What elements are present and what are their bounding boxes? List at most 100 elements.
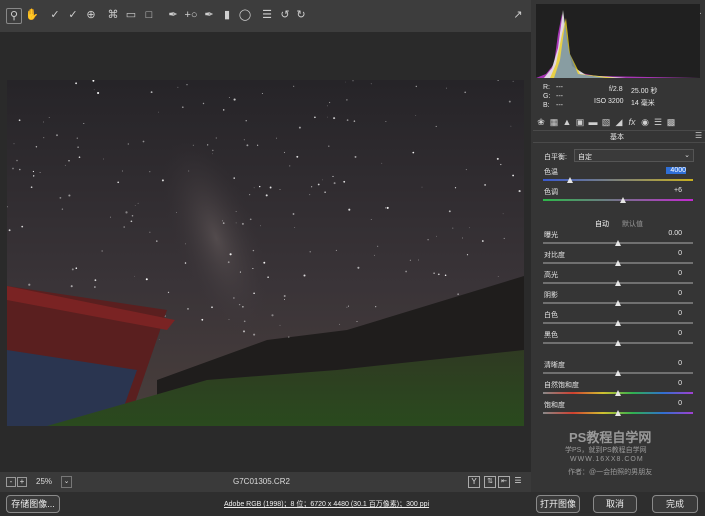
spot-removal-icon[interactable]: ✒ [166,8,180,22]
camera-calibration-icon[interactable]: ◉ [640,117,650,127]
zoom-dropdown-icon[interactable]: ⌄ [61,476,72,488]
slider-track[interactable] [543,179,693,181]
star [269,186,272,189]
slider-thumb[interactable] [615,390,621,396]
split-toning-icon[interactable]: ▬ [588,117,598,127]
slider-value[interactable]: 0 [642,250,682,257]
star [228,97,230,98]
photo-preview[interactable] [7,80,524,426]
snapshots-icon[interactable]: ▩ [666,117,676,127]
star [481,240,484,242]
slider-value[interactable]: +6 [642,187,682,194]
fullscreen-icon[interactable]: ↗ [511,8,525,22]
radial-filter-icon[interactable]: ◯ [238,8,252,22]
star [279,324,281,326]
slider-thumb[interactable] [615,370,621,376]
focal-length: 14 毫米 [631,100,655,107]
view-toggle-button[interactable]: Y [468,476,480,488]
star [502,213,504,215]
star [228,318,230,320]
rotate-left-icon[interactable]: ↺ [278,8,292,22]
slider-thumb[interactable] [567,177,573,183]
default-button[interactable]: 默认值 [622,219,643,229]
star [448,210,451,213]
slider-value[interactable]: 0 [642,330,682,337]
presets-panel-icon[interactable]: ☰ [653,117,663,127]
straighten-icon[interactable]: ▭ [124,8,138,22]
white-balance-icon[interactable]: ✓ [48,8,62,22]
preview-settings-icon[interactable]: ☰ [513,476,523,486]
slider-thumb[interactable] [615,320,621,326]
slider-thumb[interactable] [615,260,621,266]
star [19,168,21,171]
star [303,274,306,277]
star [123,226,125,228]
star [201,318,204,321]
transform-icon[interactable]: □ [142,8,156,22]
zoom-out-button[interactable]: - [6,477,16,487]
star [39,172,41,173]
color-sampler-icon[interactable]: ✓ [66,8,80,22]
lens-icon[interactable]: ▧ [601,117,611,127]
rotate-right-icon[interactable]: ↻ [294,8,308,22]
star [267,276,269,278]
tone-curve-icon[interactable]: ▦ [549,117,559,127]
star [134,205,136,206]
slider-thumb[interactable] [615,300,621,306]
star [309,251,311,253]
slider-value[interactable]: 4000 [666,167,686,174]
star [187,308,189,310]
panel-menu-icon[interactable]: ☰ [695,131,702,140]
save-image-button[interactable]: 存储图像... [6,495,60,513]
slider-label: 饱和度 [544,402,565,409]
done-button[interactable]: 完成 [652,495,698,513]
star [457,293,459,295]
zoom-icon[interactable]: ⚲ [6,8,22,24]
slider-thumb[interactable] [615,410,621,416]
presets-icon[interactable]: ☰ [260,8,274,22]
effects-icon[interactable]: fx [627,117,637,127]
zoom-level[interactable]: 25% [36,477,52,486]
slider-value[interactable]: 0 [642,380,682,387]
slider-thumb[interactable] [619,197,626,203]
cancel-button[interactable]: 取消 [593,495,637,513]
slider-value[interactable]: 0 [642,360,682,367]
workflow-options-link[interactable]: Adobe RGB (1998)；8 位；6720 x 4480 (30.1 百… [224,499,429,509]
star [500,163,502,166]
slider-value[interactable]: 0 [642,310,682,317]
slider-track[interactable] [543,199,693,201]
copy-settings-icon[interactable]: ⇤ [498,476,510,488]
white-balance-select[interactable]: 自定 ⌄ [574,149,694,162]
open-image-button[interactable]: 打开图像 [536,495,580,513]
hand-icon[interactable]: ✋ [25,8,39,22]
star [243,139,245,141]
star [222,109,225,111]
star [249,194,251,196]
transform-panel-icon[interactable]: ◢ [614,117,624,127]
star [35,146,38,148]
crop-icon[interactable]: ⌘ [106,8,120,22]
basic-tab-icon[interactable]: ❀ [536,117,546,127]
adjustment-brush-icon[interactable]: ✒ [202,8,216,22]
star [256,144,259,146]
zoom-in-button[interactable]: + [17,477,27,487]
swap-icon[interactable]: ⇅ [484,476,496,488]
bottom-bar: 存储图像... Adobe RGB (1998)；8 位；6720 x 4480… [0,492,705,516]
star [421,186,423,188]
slider-value[interactable]: 0 [642,270,682,277]
detail-icon[interactable]: ▲ [562,117,572,127]
slider-thumb[interactable] [615,280,621,286]
red-eye-icon[interactable]: +○ [184,8,198,22]
star [484,183,487,186]
star [64,164,66,166]
star [243,320,246,323]
auto-button[interactable]: 自动 [595,219,609,229]
hsl-icon[interactable]: ▣ [575,117,585,127]
graduated-filter-icon[interactable]: ▮ [220,8,234,22]
slider-value[interactable]: 0 [642,400,682,407]
slider-thumb[interactable] [615,340,621,346]
targeted-adjust-icon[interactable]: ⊕ [84,8,98,22]
slider-value[interactable]: 0 [642,290,682,297]
slider-thumb[interactable] [615,240,621,246]
slider-value[interactable]: 0.00 [642,230,682,237]
